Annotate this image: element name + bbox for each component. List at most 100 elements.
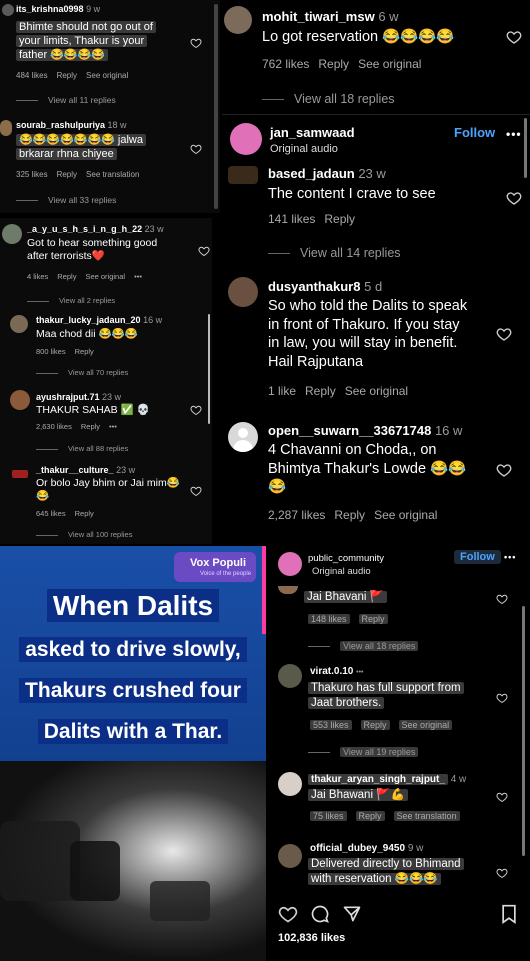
- comment-username[interactable]: its_krishna0998 9 w: [16, 4, 100, 14]
- like-heart-icon[interactable]: [496, 691, 508, 703]
- view-replies-link[interactable]: View all 18 replies: [262, 92, 395, 106]
- comment-username[interactable]: dusyanthakur8 5 d: [268, 279, 382, 294]
- comment-username[interactable]: _thakur__culture_ 23 w: [36, 465, 135, 475]
- see-original-link[interactable]: See original: [345, 384, 408, 398]
- like-heart-icon[interactable]: [506, 190, 522, 206]
- like-heart-icon[interactable]: [496, 790, 508, 802]
- comment-text: Or bolo Jay bhim or Jai mim😂 😂: [36, 477, 180, 503]
- avatar[interactable]: [224, 6, 252, 34]
- view-replies-link[interactable]: View all 14 replies: [268, 246, 401, 260]
- comment-username[interactable]: official_dubey_9450 9 w: [310, 843, 423, 854]
- see-original-link[interactable]: See original: [398, 720, 453, 730]
- reply-link[interactable]: Reply: [81, 422, 100, 431]
- avatar[interactable]: [10, 315, 28, 333]
- audio-label[interactable]: Original audio: [270, 143, 338, 155]
- reply-link[interactable]: Reply: [358, 614, 388, 624]
- like-heart-icon[interactable]: [496, 462, 512, 478]
- avatar[interactable]: [12, 470, 28, 478]
- avatar[interactable]: [228, 166, 258, 184]
- comment-meta: 4 likes Reply See original •••: [27, 272, 151, 281]
- reply-link[interactable]: Reply: [305, 384, 336, 398]
- view-replies-link[interactable]: View all 11 replies: [16, 95, 116, 105]
- reply-link[interactable]: Reply: [318, 57, 349, 71]
- view-replies-link[interactable]: View all 100 replies: [36, 530, 132, 539]
- comment-username[interactable]: ayushrajput.71 23 w: [36, 392, 121, 402]
- view-replies-link[interactable]: View all 19 replies: [308, 747, 419, 757]
- like-heart-icon[interactable]: [190, 142, 202, 154]
- more-options-icon[interactable]: •••: [109, 422, 117, 431]
- reply-link[interactable]: Reply: [324, 212, 355, 226]
- scrollbar[interactable]: [214, 4, 218, 209]
- follow-button[interactable]: Follow: [454, 125, 495, 140]
- comment-username[interactable]: open__suwarn__33671748 16 w: [268, 423, 462, 438]
- comment-text: Jai Bhavani 🚩: [304, 590, 387, 605]
- default-avatar-icon[interactable]: [228, 422, 258, 452]
- follow-button[interactable]: Follow: [454, 550, 501, 564]
- bookmark-icon[interactable]: [500, 904, 518, 924]
- comments-panel-bottom-right: public_community Original audio Follow •…: [268, 546, 530, 961]
- view-replies-link[interactable]: View all 88 replies: [36, 444, 128, 453]
- see-original-link[interactable]: See original: [85, 272, 125, 281]
- like-heart-icon[interactable]: [496, 592, 508, 604]
- like-heart-icon[interactable]: [506, 29, 522, 45]
- reply-link[interactable]: Reply: [355, 811, 385, 821]
- more-options-icon[interactable]: •••: [506, 127, 522, 141]
- avatar[interactable]: [10, 390, 30, 410]
- like-heart-icon[interactable]: [496, 866, 508, 878]
- more-options-icon[interactable]: •••: [134, 272, 142, 281]
- like-heart-icon[interactable]: [198, 244, 210, 256]
- like-heart-icon[interactable]: [190, 484, 202, 496]
- view-replies-link[interactable]: View all 2 replies: [27, 296, 115, 305]
- like-heart-icon[interactable]: [190, 36, 202, 48]
- reply-link[interactable]: Reply: [57, 71, 77, 80]
- view-replies-link[interactable]: View all 18 replies: [308, 641, 419, 651]
- comment-username[interactable]: based_jadaun 23 w: [268, 166, 386, 181]
- comment-text: Jai Bhawani 🚩💪: [308, 788, 408, 803]
- more-options-icon[interactable]: •••: [504, 552, 516, 562]
- avatar[interactable]: [2, 224, 22, 244]
- reply-link[interactable]: Reply: [360, 720, 390, 730]
- like-heart-icon[interactable]: [496, 326, 512, 342]
- view-replies-link[interactable]: View all 70 replies: [36, 368, 128, 377]
- avatar[interactable]: [0, 120, 12, 136]
- comment-username[interactable]: thakur_lucky_jadaun_20 16 w: [36, 315, 162, 325]
- see-translation-link[interactable]: See translation: [393, 811, 460, 821]
- view-replies-link[interactable]: View all 33 replies: [16, 195, 116, 205]
- account-avatar[interactable]: [278, 552, 302, 576]
- scrollbar[interactable]: [208, 314, 210, 424]
- comment-meta: 484 likes Reply See original: [16, 71, 137, 80]
- account-name[interactable]: jan_samwaad: [270, 125, 355, 140]
- account-avatar[interactable]: [230, 123, 262, 155]
- comment-username[interactable]: sourab_rashulpuriya 18 w: [16, 120, 127, 130]
- avatar[interactable]: [278, 586, 298, 594]
- account-name[interactable]: public_community: [308, 553, 384, 564]
- avatar[interactable]: [278, 844, 302, 868]
- comment-username[interactable]: mohit_tiwari_msw 6 w: [262, 9, 399, 24]
- avatar[interactable]: [278, 772, 302, 796]
- scrollbar[interactable]: [524, 118, 527, 178]
- like-heart-icon[interactable]: [190, 403, 202, 415]
- like-icon[interactable]: [278, 904, 298, 924]
- share-icon[interactable]: [342, 904, 362, 924]
- scrollbar[interactable]: [522, 606, 525, 856]
- avatar[interactable]: [2, 4, 14, 16]
- comment-meta: 75 likes Reply See translation: [310, 811, 469, 821]
- news-card: Vox Populi Voice of the people When Dali…: [0, 546, 266, 961]
- comment-meta: 148 likes Reply: [308, 614, 397, 624]
- see-original-link[interactable]: See original: [86, 71, 128, 80]
- avatar[interactable]: [228, 277, 258, 307]
- reply-link[interactable]: Reply: [75, 347, 94, 356]
- reply-link[interactable]: Reply: [75, 509, 94, 518]
- comment-username[interactable]: virat.0.10 •••: [310, 666, 364, 677]
- comment-username[interactable]: _a_y_u_s_h_s_i_n_g_h_22 23 w: [27, 224, 164, 234]
- see-original-link[interactable]: See original: [374, 508, 437, 522]
- avatar[interactable]: [278, 664, 302, 688]
- comment-username[interactable]: thakur_aryan_singh_rajput_ 4 w: [308, 774, 466, 785]
- reply-link[interactable]: Reply: [334, 508, 365, 522]
- see-translation-link[interactable]: See translation: [86, 170, 139, 179]
- comment-icon[interactable]: [310, 904, 330, 924]
- see-original-link[interactable]: See original: [358, 57, 421, 71]
- reply-link[interactable]: Reply: [57, 272, 76, 281]
- audio-label[interactable]: Original audio: [312, 566, 371, 577]
- reply-link[interactable]: Reply: [57, 170, 77, 179]
